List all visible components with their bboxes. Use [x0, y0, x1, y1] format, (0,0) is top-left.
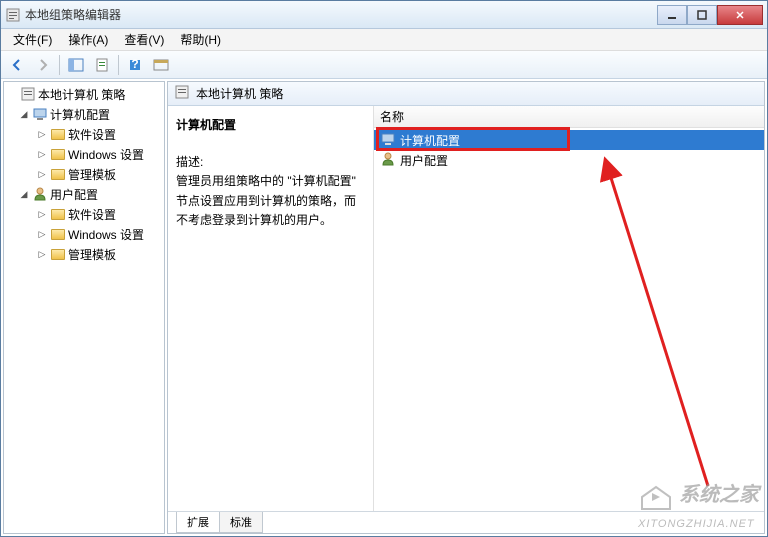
collapse-icon[interactable]: ◢ [18, 188, 30, 200]
toolbar-separator [118, 55, 119, 75]
menu-action[interactable]: 操作(A) [60, 29, 116, 50]
details-pane: 本地计算机 策略 计算机配置 描述: 管理员用组策略中的 "计算机配置" 节点设… [167, 81, 765, 534]
maximize-button[interactable] [687, 5, 717, 25]
minimize-button[interactable] [657, 5, 687, 25]
tab-extended[interactable]: 扩展 [176, 512, 220, 533]
window-title: 本地组策略编辑器 [25, 6, 657, 23]
list-items: 计算机配置 用户配置 [374, 128, 764, 172]
list-item-user-config[interactable]: 用户配置 [374, 150, 764, 170]
close-button[interactable] [717, 5, 763, 25]
toolbar-separator [59, 55, 60, 75]
filter-button[interactable] [149, 54, 173, 76]
expand-icon[interactable]: ▷ [36, 168, 48, 180]
tree-windows-settings[interactable]: ▷ Windows 设置 [4, 224, 164, 244]
computer-icon [32, 106, 48, 122]
expand-icon[interactable]: ▷ [36, 228, 48, 240]
app-icon [5, 7, 21, 23]
expand-icon[interactable] [6, 88, 18, 100]
expand-icon[interactable]: ▷ [36, 148, 48, 160]
folder-icon [50, 206, 66, 222]
list-item-label: 用户配置 [400, 152, 448, 169]
section-title: 计算机配置 [176, 116, 365, 135]
help-button[interactable]: ? [123, 54, 147, 76]
list-pane: 名称 计算机配置 用户配置 [374, 106, 764, 511]
titlebar[interactable]: 本地组策略编辑器 [1, 1, 767, 29]
tree-label: 管理模板 [68, 166, 116, 183]
tree-label: 计算机配置 [50, 106, 110, 123]
window-buttons [657, 5, 763, 25]
folder-icon [50, 246, 66, 262]
tab-standard[interactable]: 标准 [219, 512, 263, 533]
description-pane: 计算机配置 描述: 管理员用组策略中的 "计算机配置" 节点设置应用到计算机的策… [168, 106, 374, 511]
collapse-icon[interactable]: ◢ [18, 108, 30, 120]
tree-label: Windows 设置 [68, 146, 144, 163]
tree-label: 软件设置 [68, 206, 116, 223]
computer-icon [380, 131, 396, 150]
policy-icon [174, 84, 190, 103]
description-label: 描述: [176, 153, 365, 172]
column-header-name[interactable]: 名称 [374, 106, 764, 128]
tree-root[interactable]: 本地计算机 策略 [4, 84, 164, 104]
tree-pane[interactable]: 本地计算机 策略 ◢ 计算机配置 ▷ 软件设置 ▷ Windows 设置 ▷ 管… [3, 81, 165, 534]
tree-label: Windows 设置 [68, 226, 144, 243]
details-body: 计算机配置 描述: 管理员用组策略中的 "计算机配置" 节点设置应用到计算机的策… [168, 106, 764, 511]
expand-icon[interactable]: ▷ [36, 128, 48, 140]
details-title: 本地计算机 策略 [196, 85, 283, 102]
view-tabs: 扩展 标准 [168, 511, 764, 533]
list-item-label: 计算机配置 [400, 132, 460, 149]
window: 本地组策略编辑器 文件(F) 操作(A) 查看(V) 帮助(H) ? 本地计算机… [0, 0, 768, 537]
user-icon [32, 186, 48, 202]
menubar: 文件(F) 操作(A) 查看(V) 帮助(H) [1, 29, 767, 51]
folder-icon [50, 126, 66, 142]
tree-computer-config[interactable]: ◢ 计算机配置 [4, 104, 164, 124]
menu-view[interactable]: 查看(V) [116, 29, 172, 50]
menu-file[interactable]: 文件(F) [5, 29, 60, 50]
tree-label: 管理模板 [68, 246, 116, 263]
tree-admin-templates[interactable]: ▷ 管理模板 [4, 244, 164, 264]
tree-admin-templates[interactable]: ▷ 管理模板 [4, 164, 164, 184]
tree-label: 本地计算机 策略 [38, 86, 125, 103]
policy-icon [20, 86, 36, 102]
tree-label: 软件设置 [68, 126, 116, 143]
folder-icon [50, 146, 66, 162]
toolbar: ? [1, 51, 767, 79]
tree-windows-settings[interactable]: ▷ Windows 设置 [4, 144, 164, 164]
tree-user-config[interactable]: ◢ 用户配置 [4, 184, 164, 204]
tree-software-settings[interactable]: ▷ 软件设置 [4, 124, 164, 144]
show-hide-tree-button[interactable] [64, 54, 88, 76]
expand-icon[interactable]: ▷ [36, 248, 48, 260]
tree-software-settings[interactable]: ▷ 软件设置 [4, 204, 164, 224]
list-item-computer-config[interactable]: 计算机配置 [374, 130, 764, 150]
menu-help[interactable]: 帮助(H) [172, 29, 229, 50]
properties-button[interactable] [90, 54, 114, 76]
svg-text:?: ? [131, 58, 138, 71]
tree-label: 用户配置 [50, 186, 98, 203]
folder-icon [50, 226, 66, 242]
description-text: 管理员用组策略中的 "计算机配置" 节点设置应用到计算机的策略，而不考虑登录到计… [176, 172, 365, 230]
folder-icon [50, 166, 66, 182]
forward-button[interactable] [31, 54, 55, 76]
user-icon [380, 151, 396, 170]
back-button[interactable] [5, 54, 29, 76]
content-area: 本地计算机 策略 ◢ 计算机配置 ▷ 软件设置 ▷ Windows 设置 ▷ 管… [1, 79, 767, 536]
details-header: 本地计算机 策略 [168, 82, 764, 106]
expand-icon[interactable]: ▷ [36, 208, 48, 220]
